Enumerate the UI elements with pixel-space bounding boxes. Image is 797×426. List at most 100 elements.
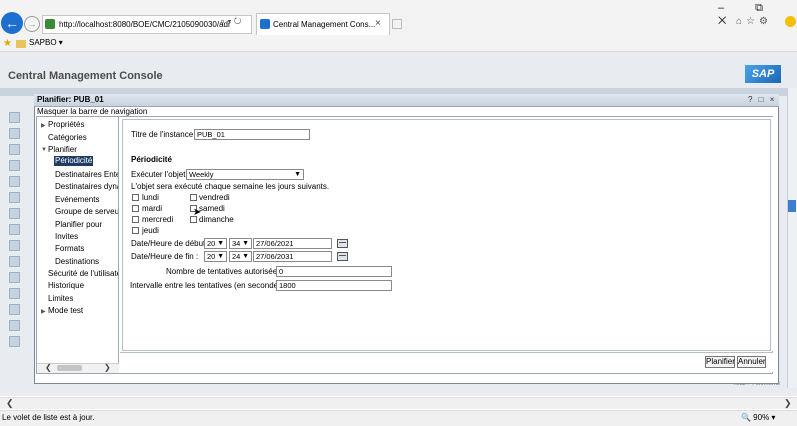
forward-arrow-icon[interactable]: →: [24, 16, 40, 32]
chevron-down-icon: ▼: [294, 171, 301, 178]
favorites-folder-icon: [16, 40, 26, 48]
end-minute-select[interactable]: 24 ▼: [229, 251, 252, 262]
mouse-cursor-icon: ➤: [193, 207, 202, 218]
toolbar-icon[interactable]: [9, 128, 20, 139]
toolbar-icon[interactable]: [9, 192, 20, 203]
checkbox-jeudi[interactable]: [132, 227, 139, 234]
chevron-down-icon: ▼: [217, 253, 224, 260]
feedback-smiley-icon[interactable]: [785, 16, 796, 27]
label-mardi: mardi: [142, 204, 163, 213]
toolbar-icon[interactable]: [9, 304, 20, 315]
toolbar-icon[interactable]: [9, 288, 20, 299]
nav-item-securite[interactable]: Sécurité de l'utilisateur: [48, 269, 118, 278]
nav-item-periodicite[interactable]: Périodicité: [54, 156, 94, 166]
nav-item-invites[interactable]: Invites: [55, 232, 78, 241]
checkbox-vendredi[interactable]: [190, 194, 197, 201]
toolbar-icon[interactable]: [9, 208, 20, 219]
back-arrow-icon[interactable]: ←: [1, 12, 23, 34]
nav-item-formats[interactable]: Formats: [55, 244, 84, 253]
retries-label: Nombre de tentatives autorisées :: [166, 267, 286, 276]
retries-input[interactable]: 0: [276, 266, 392, 277]
sap-logo: SAP: [745, 65, 781, 83]
cmc-title: Central Management Console: [8, 70, 163, 82]
toolbar-icon[interactable]: [9, 224, 20, 235]
instance-title-input[interactable]: PUB_01: [194, 129, 310, 140]
chevron-down-icon: ▼: [217, 240, 224, 247]
browser-tab[interactable]: Central Management Cons...: [256, 13, 390, 35]
nav-item-historique[interactable]: Historique: [48, 281, 84, 290]
page-horizontal-scrollbar[interactable]: [0, 397, 797, 409]
nav-item-mode-test[interactable]: Mode test: [48, 306, 83, 315]
new-tab-button[interactable]: [392, 19, 402, 29]
status-bar: [0, 410, 797, 426]
calendar-icon[interactable]: [337, 239, 348, 248]
nav-item-planifier[interactable]: Planifier: [48, 145, 77, 154]
start-hour-select[interactable]: 20 ▼: [204, 238, 227, 249]
nav-item-destinations[interactable]: Destinations: [55, 257, 99, 266]
hide-nav-link[interactable]: Masquer la barre de navigation: [37, 107, 147, 116]
scroll-left-icon[interactable]: ❮: [6, 398, 14, 409]
nav-item-planifier-pour[interactable]: Planifier pour: [55, 220, 102, 229]
expand-arrow-icon[interactable]: ▶: [41, 122, 46, 129]
toolbar-icon[interactable]: [9, 336, 20, 347]
chevron-down-icon: ▼: [242, 240, 249, 247]
cmc-left-toolbar: [6, 108, 24, 378]
toolbar-icon[interactable]: [9, 144, 20, 155]
zoom-control[interactable]: 🔍 90% ▾: [741, 413, 775, 422]
start-minute-value: 34: [232, 239, 241, 248]
nav-item-limites[interactable]: Limites: [48, 294, 73, 303]
toolbar-icon[interactable]: [9, 256, 20, 267]
checkbox-lundi[interactable]: [132, 194, 139, 201]
expand-arrow-icon[interactable]: ▶: [41, 308, 46, 315]
nav-item-categories[interactable]: Catégories: [48, 133, 87, 142]
interval-input[interactable]: 1800: [276, 280, 392, 291]
toolbar-icon[interactable]: [9, 112, 20, 123]
toolbar-icon[interactable]: [9, 272, 20, 283]
end-datetime-label: Date/Heure de fin :: [131, 252, 199, 261]
label-mercredi: mercredi: [142, 215, 174, 224]
instance-title-label: Titre de l'instance :: [131, 130, 198, 139]
label-dimanche: dimanche: [199, 215, 234, 224]
end-date-input[interactable]: 27/06/2031: [253, 251, 332, 262]
toolbar-icon[interactable]: [9, 176, 20, 187]
nav-item-groupe-serveurs[interactable]: Groupe de serveurs: [55, 207, 118, 216]
schedule-button[interactable]: Planifier: [705, 356, 735, 368]
checkbox-mercredi[interactable]: [132, 216, 139, 223]
tab-close-icon[interactable]: ×: [375, 18, 381, 29]
end-hour-value: 20: [207, 252, 216, 261]
form-frame: [122, 119, 771, 351]
toolbar-icon[interactable]: [9, 240, 20, 251]
nav-item-proprietes[interactable]: Propriétés: [48, 120, 84, 129]
interval-label: Intervalle entre les tentatives (en seco…: [130, 281, 290, 290]
calendar-icon[interactable]: [337, 252, 348, 261]
label-vendredi: vendredi: [199, 193, 230, 202]
dialog-footer: [120, 352, 773, 372]
favorites-star-icon[interactable]: ★: [3, 38, 12, 49]
checkbox-mardi[interactable]: [132, 205, 139, 212]
page-vertical-scrollbar[interactable]: [787, 88, 797, 388]
scrollbar-thumb[interactable]: [788, 200, 796, 212]
nav-item-evenements[interactable]: Evénements: [55, 195, 99, 204]
nav-item-destinataires-dynamiques[interactable]: Destinataires dynamiques: [55, 182, 118, 191]
dialog-titlebar: [34, 94, 779, 107]
browser-tools-icons[interactable]: ⌂☆⚙: [736, 16, 772, 27]
run-object-select[interactable]: Weekly ▼: [186, 169, 304, 180]
nav-scroll-thumb[interactable]: [57, 365, 82, 371]
start-date-input[interactable]: 27/06/2021: [253, 238, 332, 249]
nav-subitems: Destinataires Enterprise Destinataires d…: [37, 166, 118, 362]
toolbar-icon[interactable]: [9, 160, 20, 171]
scroll-right-icon[interactable]: ❯: [784, 398, 792, 409]
dialog-window-controls[interactable]: ? □ ×: [748, 95, 776, 104]
scroll-right-icon[interactable]: ❯: [104, 363, 111, 372]
run-object-label: Exécuter l'objet :: [131, 170, 190, 179]
end-hour-select[interactable]: 20 ▼: [204, 251, 227, 262]
cancel-button[interactable]: Annuler: [737, 356, 766, 368]
favorites-sapbo[interactable]: SAPBO ▾: [29, 38, 63, 47]
toolbar-icon[interactable]: [9, 320, 20, 331]
collapse-arrow-icon[interactable]: ▼: [41, 147, 47, 153]
start-minute-select[interactable]: 34 ▼: [229, 238, 252, 249]
label-jeudi: jeudi: [142, 226, 159, 235]
scroll-left-icon[interactable]: ❮: [45, 363, 52, 372]
nav-item-destinataires-enterprise[interactable]: Destinataires Enterprise: [55, 170, 118, 179]
address-tools[interactable]: ⌕ ▾ ↻: [220, 16, 241, 27]
